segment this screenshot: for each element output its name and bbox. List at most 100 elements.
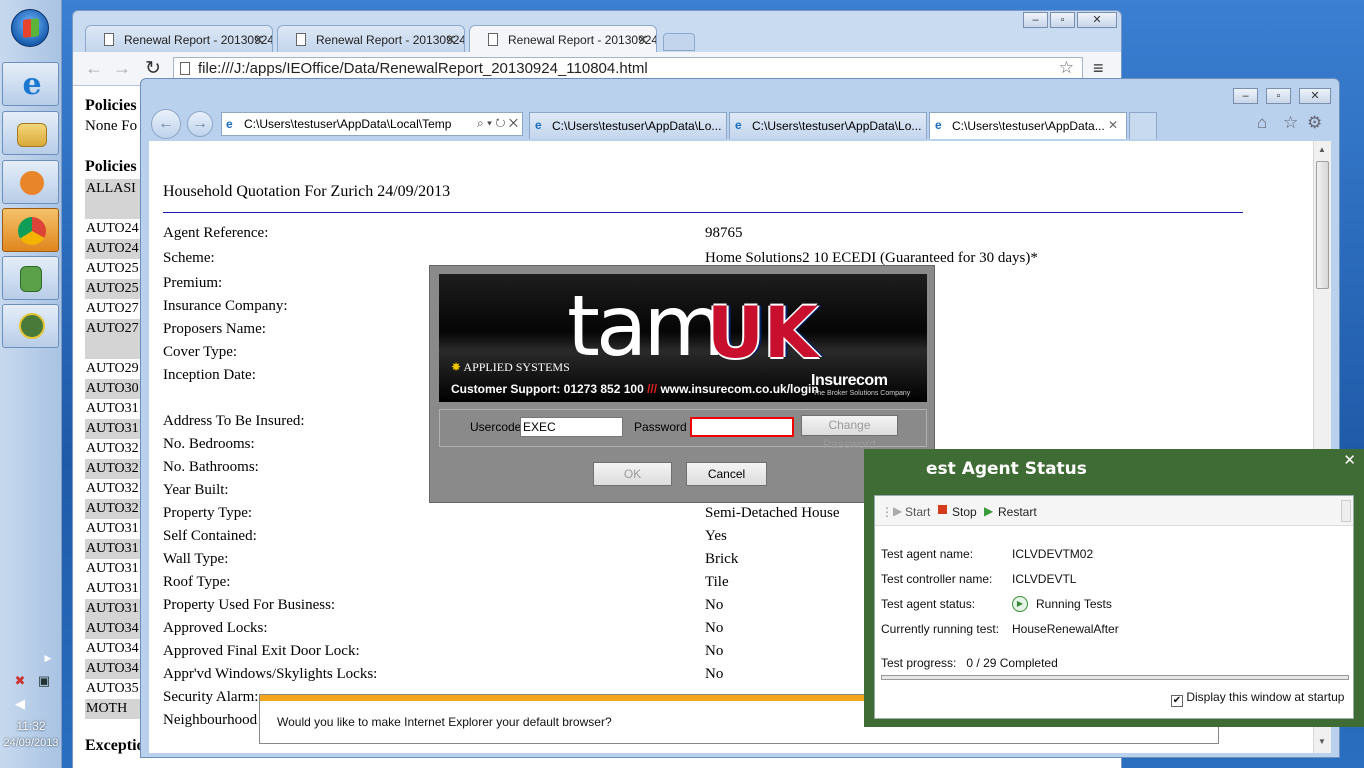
quote-value: No bbox=[705, 620, 724, 636]
test-agent-icon bbox=[20, 266, 42, 292]
app-icon bbox=[19, 313, 45, 339]
volume-icon[interactable]: ◀ bbox=[12, 696, 28, 712]
quote-label: No. Bedrooms: bbox=[163, 436, 255, 452]
ie-tab-2[interactable]: e C:\Users\testuser\AppData\Lo... bbox=[729, 112, 927, 139]
home-icon[interactable]: ⌂ bbox=[1257, 113, 1267, 133]
policy-row: AUTO31 bbox=[85, 599, 145, 619]
password-input[interactable] bbox=[690, 417, 794, 437]
policy-row: AUTO34 bbox=[85, 619, 145, 639]
taskbar-app-button[interactable] bbox=[2, 304, 59, 348]
policy-row: AUTO34 bbox=[86, 641, 139, 656]
test-agent-window: est Agent Status ✕ ⋮ ▶ Start Stop ▶ Rest… bbox=[864, 449, 1364, 727]
fx-tab-2[interactable]: Renewal Report - 20130924 ✕ bbox=[277, 25, 465, 52]
fx-tab-1[interactable]: Renewal Report - 20130924 ✕ bbox=[85, 25, 273, 52]
controller-value: ICLVDEVTL bbox=[1012, 572, 1077, 586]
policy-row: AUTO32 bbox=[85, 499, 145, 519]
policy-row bbox=[85, 339, 145, 359]
quote-title: Household Quotation For Zurich 24/09/201… bbox=[163, 183, 451, 200]
fx-tab-3[interactable]: Renewal Report - 20130924 ✕ bbox=[469, 25, 657, 52]
close-tab-icon[interactable]: ✕ bbox=[253, 32, 264, 48]
tamuk-banner: tam UK ✸ APPLIED SYSTEMS Customer Suppor… bbox=[439, 274, 927, 402]
document-icon bbox=[296, 33, 306, 46]
taskbar-chrome-button[interactable] bbox=[2, 208, 59, 252]
taskbar-testagent-button[interactable] bbox=[2, 256, 59, 300]
scroll-up-icon[interactable]: ▲ bbox=[1318, 145, 1326, 154]
close-button[interactable]: ✕ bbox=[1077, 12, 1117, 28]
title-divider bbox=[163, 212, 1243, 213]
startup-checkbox[interactable]: ✔ bbox=[1171, 695, 1183, 707]
close-tab-icon[interactable]: ✕ bbox=[637, 32, 648, 48]
url-bar[interactable]: file:///J:/apps/IEOffice/Data/RenewalRep… bbox=[173, 57, 1083, 80]
new-tab-button[interactable] bbox=[663, 33, 695, 51]
ie-address-bar[interactable]: e C:\Users\testuser\AppData\Local\Temp ⌕ … bbox=[221, 112, 523, 136]
ie-new-tab-button[interactable] bbox=[1129, 112, 1157, 139]
back-icon[interactable]: ← bbox=[85, 58, 103, 79]
bookmark-star-icon[interactable]: ☆ bbox=[1059, 58, 1074, 78]
ie-maximize-button[interactable]: ▫ bbox=[1266, 88, 1291, 104]
insurecom-tagline: The Broker Solutions Company bbox=[813, 390, 911, 397]
minimize-button[interactable]: – bbox=[1023, 12, 1048, 28]
quote-label: Scheme: bbox=[163, 250, 215, 266]
toolbar-scroll[interactable] bbox=[1341, 500, 1351, 522]
taskbar-ie-button[interactable]: e bbox=[2, 62, 59, 106]
ie-tab-1[interactable]: e C:\Users\testuser\AppData\Lo... bbox=[529, 112, 727, 139]
taskbar: e ▶ ✖ ▣ ◀ 11:32 24/09/2013 bbox=[0, 0, 62, 768]
maximize-button[interactable]: ▫ bbox=[1050, 12, 1075, 28]
cancel-button[interactable]: Cancel bbox=[686, 462, 767, 486]
startup-label: Display this window at startup bbox=[1186, 690, 1345, 704]
ie-forward-icon[interactable]: → bbox=[187, 111, 213, 137]
progress-text: 0 / 29 Completed bbox=[966, 656, 1058, 670]
ie-minimize-button[interactable]: – bbox=[1233, 88, 1258, 104]
change-password-button[interactable]: Change Password bbox=[801, 415, 898, 451]
running-icon: ▶ bbox=[1012, 596, 1028, 612]
ie-address-actions[interactable]: ⌕ ▾ ↻ ✕ bbox=[472, 116, 518, 131]
close-tab-icon[interactable]: ✕ bbox=[445, 32, 456, 48]
usercode-input[interactable]: EXEC bbox=[520, 417, 623, 437]
agent-close-icon[interactable]: ✕ bbox=[1343, 451, 1356, 469]
taskbar-media-button[interactable] bbox=[2, 160, 59, 204]
ie-back-icon[interactable]: ← bbox=[151, 109, 181, 139]
network-icon[interactable]: ✖ bbox=[12, 673, 28, 689]
agent-toolbar: ⋮ ▶ Start Stop ▶ Restart bbox=[875, 496, 1353, 526]
policy-list: ALLASI AUTO24 AUTO24 AUTO25 AUTO25 AUTO27 AUTO… bbox=[85, 179, 145, 719]
document-icon bbox=[104, 33, 114, 46]
tray-expand-icon[interactable]: ▶ bbox=[40, 650, 56, 666]
ie-tab-label: C:\Users\testuser\AppData\Lo... bbox=[752, 119, 922, 133]
progress-bar bbox=[881, 675, 1349, 680]
scroll-down-icon[interactable]: ▼ bbox=[1318, 737, 1326, 746]
ie-close-button[interactable]: ✕ bbox=[1299, 88, 1331, 104]
ok-button[interactable]: OK bbox=[593, 462, 672, 486]
insurecom-logo: Insurecom bbox=[811, 372, 888, 389]
restart-button[interactable]: Restart bbox=[998, 505, 1037, 519]
policy-row: AUTO31 bbox=[85, 419, 145, 439]
quote-label: Roof Type: bbox=[163, 574, 231, 590]
settings-gear-icon[interactable]: ⚙ bbox=[1307, 113, 1322, 133]
stop-button[interactable]: Stop bbox=[952, 505, 977, 519]
startup-option: ✔ Display this window at startup bbox=[1171, 690, 1344, 707]
forward-icon[interactable]: → bbox=[113, 58, 131, 79]
start-button[interactable] bbox=[11, 9, 49, 47]
policy-row: ALLASI bbox=[85, 179, 145, 199]
favorites-star-icon[interactable]: ☆ bbox=[1283, 113, 1298, 133]
policy-row: AUTO31 bbox=[86, 401, 139, 416]
ie-page-icon: e bbox=[935, 118, 942, 132]
clock-date[interactable]: 24/09/2013 bbox=[0, 737, 62, 749]
ie-page-icon: e bbox=[226, 117, 233, 131]
quote-label: Approved Locks: bbox=[163, 620, 268, 636]
quote-value: Semi-Detached House bbox=[705, 505, 840, 521]
reload-icon[interactable]: ↻ bbox=[145, 57, 161, 80]
taskbar-explorer-button[interactable] bbox=[2, 111, 59, 155]
close-tab-icon[interactable]: ✕ bbox=[1108, 118, 1118, 132]
menu-icon[interactable]: ≡ bbox=[1093, 58, 1104, 79]
clock-time[interactable]: 11:32 bbox=[0, 719, 62, 733]
agent-title: est Agent Status bbox=[926, 459, 1087, 479]
current-test-value: HouseRenewalAfter bbox=[1012, 622, 1119, 636]
quote-value: Tile bbox=[705, 574, 729, 590]
action-center-icon[interactable]: ▣ bbox=[36, 673, 52, 689]
chrome-icon bbox=[18, 217, 46, 245]
start-button[interactable]: Start bbox=[905, 505, 930, 519]
ie-tab-3[interactable]: e C:\Users\testuser\AppData... ✕ bbox=[929, 112, 1127, 139]
quote-label: Address To Be Insured: bbox=[163, 413, 305, 429]
scroll-thumb[interactable] bbox=[1316, 161, 1329, 289]
ie-page-icon: e bbox=[535, 118, 542, 132]
